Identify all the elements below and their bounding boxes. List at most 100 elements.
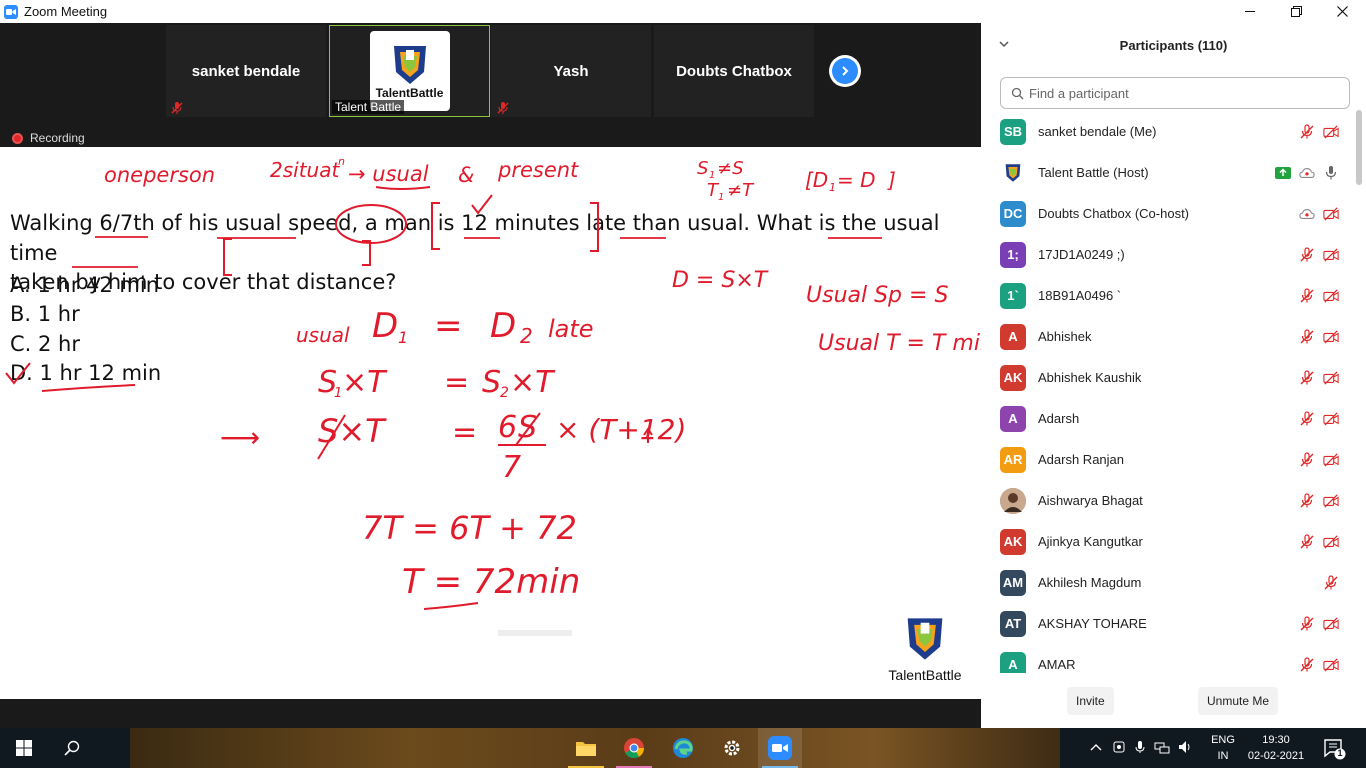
tile-name: Doubts Chatbox xyxy=(676,62,792,80)
avatar: AK xyxy=(1000,364,1026,391)
participant-row[interactable]: A Abhishek xyxy=(981,316,1353,357)
chrome-taskbar-button[interactable] xyxy=(612,728,656,768)
annotation-seven: 7 xyxy=(502,450,521,485)
avatar-initials: AT xyxy=(1004,616,1022,631)
video-off-icon xyxy=(1323,124,1339,140)
avatar-initials: AR xyxy=(1003,452,1023,467)
annotation-s2-row-sub: 2 xyxy=(500,385,509,401)
participant-status-icons xyxy=(1299,206,1339,222)
folder-icon xyxy=(576,742,596,756)
unmute-me-button[interactable]: Unmute Me xyxy=(1198,687,1279,715)
participant-row[interactable]: AT AKSHAY TOHARE xyxy=(981,603,1353,644)
close-button[interactable] xyxy=(1319,0,1365,23)
scrollbar-thumb[interactable] xyxy=(1356,110,1362,185)
host-logo-avatar xyxy=(1000,159,1026,186)
notification-center-button[interactable]: 1 xyxy=(1322,736,1346,760)
windows-taskbar: ENG IN 19:30 02-02-2021 1 xyxy=(0,728,1366,768)
participant-name: AKSHAY TOHARE xyxy=(1038,616,1147,631)
video-off-icon xyxy=(1323,206,1339,222)
video-off-icon xyxy=(1323,657,1339,673)
participant-status-icons xyxy=(1299,533,1339,550)
restore-button[interactable] xyxy=(1273,0,1319,23)
annotation-d1: [D xyxy=(805,168,828,192)
participant-row[interactable]: 1` 18B91A0496 ` xyxy=(981,275,1353,316)
annotation-and: & xyxy=(458,163,474,187)
participant-row[interactable]: A Adarsh xyxy=(981,398,1353,439)
participant-row[interactable]: 1; 17JD1A0249 ;) xyxy=(981,234,1353,275)
recording-dot-icon xyxy=(12,132,23,144)
annotation-bracket: ] xyxy=(887,168,896,192)
network-icon[interactable] xyxy=(1154,740,1170,757)
mic-off-icon xyxy=(1323,574,1339,591)
participant-name: Adarsh xyxy=(1038,411,1080,426)
participant-row[interactable]: SB sanket bendale (Me) xyxy=(981,111,1353,152)
participant-row[interactable]: AK Abhishek Kaushik xyxy=(981,357,1353,398)
start-button[interactable] xyxy=(0,728,48,768)
avatar: AT xyxy=(1000,610,1026,637)
video-off-icon xyxy=(1323,452,1339,468)
mic-muted-icon xyxy=(170,101,184,115)
annotation-d1-big: D xyxy=(372,306,398,346)
participant-row[interactable]: DC Doubts Chatbox (Co-host) xyxy=(981,193,1353,234)
annotation-s1: S xyxy=(697,158,708,179)
participant-search-input[interactable]: Find a participant xyxy=(1000,77,1350,109)
language-indicator[interactable]: ENG IN xyxy=(1208,732,1238,764)
video-tile-yash[interactable]: Yash xyxy=(491,25,651,117)
participant-row[interactable]: AM Akhilesh Magdum xyxy=(981,562,1353,603)
participant-name: AMAR xyxy=(1038,657,1076,672)
annotation-7t-eq: 7T = 6T + 72 xyxy=(362,509,577,547)
next-page-button[interactable] xyxy=(829,55,861,87)
participant-status-icons xyxy=(1299,656,1339,673)
participant-row[interactable]: Aishwarya Bhagat xyxy=(981,480,1353,521)
video-tile-sanket[interactable]: sanket bendale xyxy=(166,25,326,117)
microphone-icon[interactable] xyxy=(1134,740,1146,757)
participant-status-icons xyxy=(1299,492,1339,509)
edge-icon xyxy=(673,738,693,758)
mic-off-icon xyxy=(1299,656,1315,673)
participant-row[interactable]: Talent Battle (Host) xyxy=(981,152,1353,193)
shared-screen: Walking 6/7th of his usual speed, a man … xyxy=(0,147,981,699)
video-tile-doubts-chatbox[interactable]: Doubts Chatbox xyxy=(654,25,814,117)
chevron-right-icon xyxy=(832,58,858,84)
invite-button[interactable]: Invite xyxy=(1067,687,1114,715)
language-line-1: ENG xyxy=(1211,734,1235,746)
zoom-taskbar-button[interactable] xyxy=(758,728,802,768)
device-icon[interactable] xyxy=(1112,740,1126,757)
settings-taskbar-button[interactable] xyxy=(710,728,754,768)
annotation-eq-big: = xyxy=(434,306,463,346)
annotation-t-result: T = 72min xyxy=(402,562,580,602)
chevron-up-icon[interactable] xyxy=(1090,742,1102,754)
participant-list-scrollbar[interactable] xyxy=(1355,110,1363,675)
annotation-xt1-row: ×T xyxy=(342,365,388,400)
search-placeholder: Find a participant xyxy=(1029,85,1129,101)
participant-row[interactable]: AR Adarsh Ranjan xyxy=(981,439,1353,480)
share-screen-icon xyxy=(1275,165,1291,181)
taskbar-search-button[interactable] xyxy=(48,728,96,768)
taskbar-clock[interactable]: 19:30 02-02-2021 xyxy=(1245,732,1307,764)
annotation-eq-2: = xyxy=(452,415,477,450)
annotation-oneperson: oneperson xyxy=(104,163,215,187)
annotation-xt2-row: ×T xyxy=(510,365,556,400)
speaker-icon[interactable] xyxy=(1178,740,1194,757)
participant-name: Talent Battle (Host) xyxy=(1038,165,1149,180)
recording-indicator[interactable]: Recording xyxy=(12,131,85,145)
participant-name: 17JD1A0249 ;) xyxy=(1038,247,1125,262)
participant-status-icons xyxy=(1299,369,1339,386)
mic-off-icon xyxy=(1299,246,1315,263)
participant-name: Aishwarya Bhagat xyxy=(1038,493,1143,508)
clock-time: 19:30 xyxy=(1262,734,1290,746)
annotation-d2-big: D xyxy=(490,306,516,346)
file-explorer-taskbar-button[interactable] xyxy=(564,728,608,768)
video-off-icon xyxy=(1323,370,1339,386)
annotation-ne-t2: ≠T xyxy=(727,180,755,201)
participant-row[interactable]: A AMAR xyxy=(981,644,1353,673)
edge-taskbar-button[interactable] xyxy=(661,728,705,768)
annotation-usual: → usual xyxy=(348,162,429,186)
video-off-icon xyxy=(1323,534,1339,550)
video-tile-talent-battle[interactable]: TalentBattle Talent Battle xyxy=(329,25,490,117)
video-off-icon xyxy=(1323,616,1339,632)
minimize-button[interactable] xyxy=(1227,0,1273,23)
participant-row[interactable]: AK Ajinkya Kangutkar xyxy=(981,521,1353,562)
annotation-situation-sup: n xyxy=(338,155,345,168)
participant-status-icons xyxy=(1299,328,1339,345)
